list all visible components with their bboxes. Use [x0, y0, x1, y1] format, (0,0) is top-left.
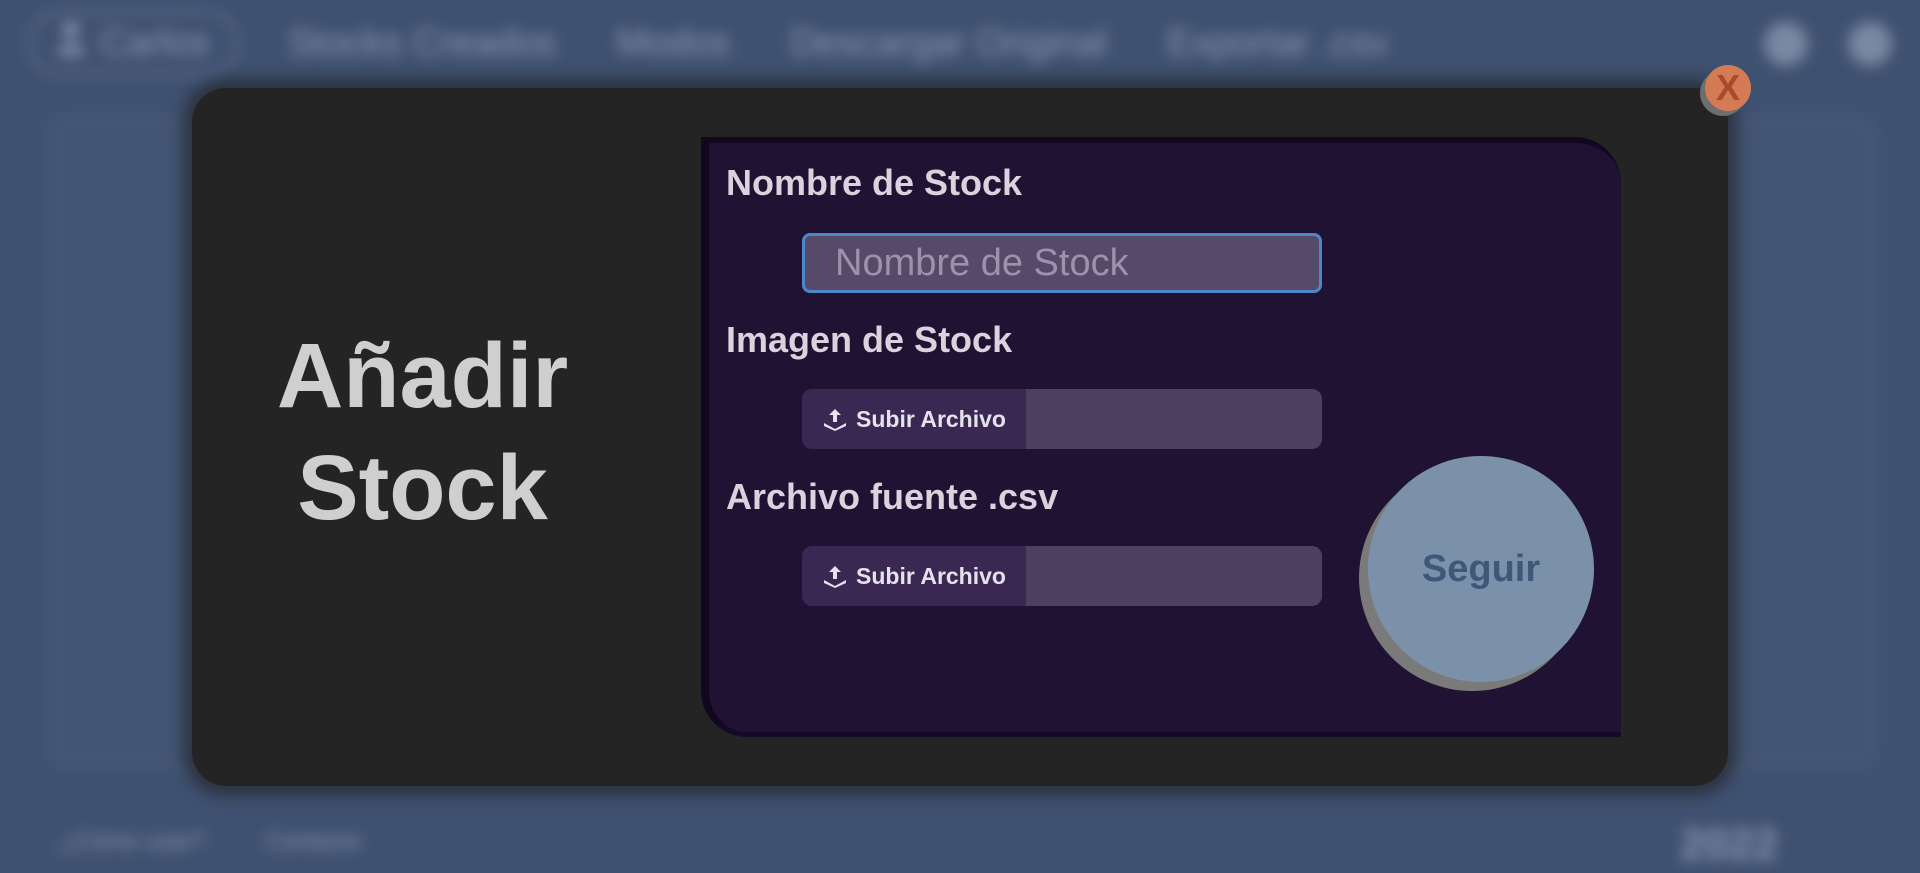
theme-toggle-icon[interactable]: [1848, 22, 1892, 66]
close-button[interactable]: X: [1705, 65, 1751, 111]
user-name: Carlos: [100, 21, 210, 64]
csv-file-name: [1026, 546, 1322, 606]
footer-link-contact[interactable]: Contacto: [265, 828, 361, 856]
eye-icon[interactable]: [1764, 22, 1808, 66]
user-icon: [56, 21, 86, 65]
footer-year: 2022: [1680, 820, 1778, 869]
csv-upload-button[interactable]: Subir Archivo: [802, 546, 1026, 606]
nav-link-modos[interactable]: Modos: [616, 22, 730, 65]
stock-image-file-name: [1026, 389, 1322, 449]
csv-source-upload: Subir Archivo: [802, 546, 1322, 606]
stock-image-upload-label: Subir Archivo: [856, 405, 1006, 432]
stock-image-label: Imagen de Stock: [726, 319, 1013, 360]
nav-link-stocks-creados[interactable]: Stocks Creados: [288, 22, 556, 65]
nav-icons: [1764, 22, 1892, 66]
nav-link-exportar-csv[interactable]: Exportar .csv: [1167, 22, 1389, 65]
upload-icon: [822, 564, 848, 588]
footer-link-how-to-use[interactable]: ¿Cómo usar?: [60, 828, 205, 856]
stock-name-input[interactable]: [802, 233, 1322, 293]
nav-link-descargar-original[interactable]: Descargar Original: [790, 22, 1107, 65]
upload-icon: [822, 407, 848, 431]
csv-source-label: Archivo fuente .csv: [726, 476, 1059, 517]
stock-image-upload-button[interactable]: Subir Archivo: [802, 389, 1026, 449]
stock-name-label: Nombre de Stock: [726, 162, 1023, 203]
stock-image-upload: Subir Archivo: [802, 389, 1322, 449]
footer-links: ¿Cómo usar? Contacto: [60, 828, 361, 856]
csv-upload-label: Subir Archivo: [856, 562, 1006, 589]
user-button[interactable]: Carlos: [28, 11, 238, 75]
top-navigation: Carlos Stocks Creados Modos Descargar Or…: [0, 0, 1920, 86]
seguir-button[interactable]: Seguir: [1368, 456, 1594, 682]
